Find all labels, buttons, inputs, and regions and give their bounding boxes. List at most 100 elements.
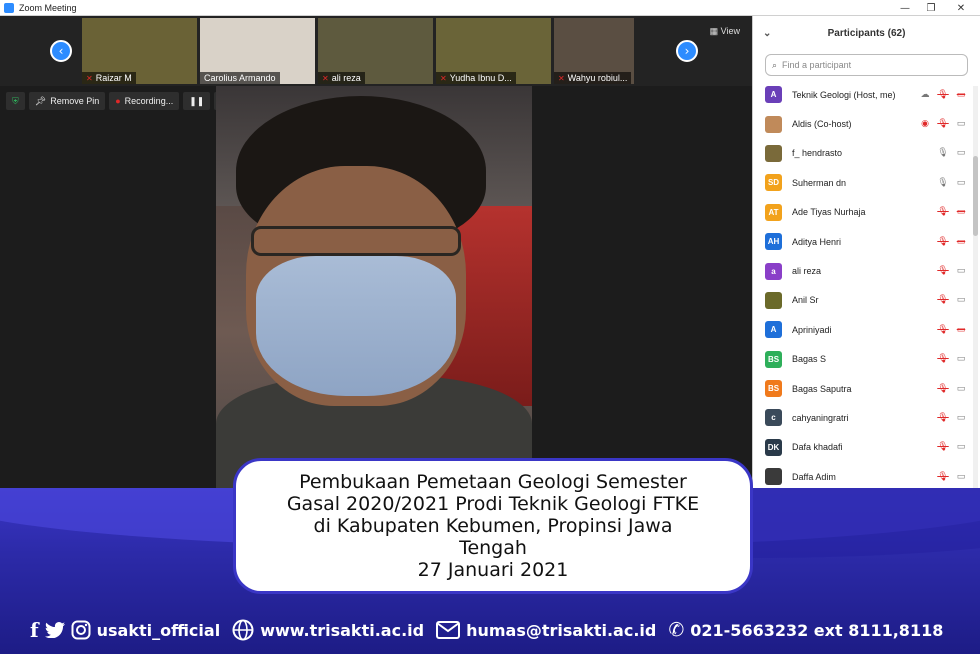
mic-off-icon[interactable]: 🎙︎ bbox=[937, 89, 949, 101]
participant-row[interactable]: BS Bagas S 🎙︎ ▭ bbox=[753, 345, 971, 374]
participant-name: ali reza bbox=[331, 73, 361, 83]
participant-name: ali reza bbox=[792, 266, 822, 277]
email-link[interactable]: humas@trisakti.ac.id bbox=[466, 621, 656, 640]
avatar bbox=[765, 468, 782, 486]
cam-icon[interactable]: ▭ bbox=[955, 294, 967, 306]
participant-name: Apriniyadi bbox=[792, 324, 832, 335]
cloud-icon[interactable]: ☁ bbox=[919, 89, 931, 101]
participant-row[interactable]: AT Ade Tiyas Nurhaja 🎙︎ ▭ bbox=[753, 198, 971, 227]
window-title: Zoom Meeting bbox=[19, 2, 77, 13]
avatar bbox=[765, 144, 782, 162]
search-icon: ⌕ bbox=[772, 59, 778, 70]
mic-off-icon[interactable]: 🎙︎ bbox=[937, 471, 949, 483]
cam-icon[interactable]: ▭ bbox=[955, 265, 967, 277]
website-link[interactable]: www.trisakti.ac.id bbox=[260, 621, 424, 640]
remove-pin-button[interactable]: 📌︎ Remove Pin bbox=[28, 92, 106, 110]
mic-muted-icon: ✕ bbox=[322, 73, 329, 83]
maximize-icon[interactable]: ❐ bbox=[916, 0, 946, 16]
mic-off-icon[interactable]: 🎙︎ bbox=[937, 265, 949, 277]
participant-name: Aldis (Co-host) bbox=[792, 119, 852, 130]
phone-number[interactable]: 021-5663232 ext 8111,8118 bbox=[690, 621, 943, 640]
cam-off-icon[interactable]: ▭ bbox=[955, 324, 967, 336]
video-thumbnail[interactable]: ✕ Wahyu robiul... bbox=[554, 18, 634, 84]
view-button[interactable]: ▦ View bbox=[710, 26, 740, 37]
footer-contacts: f usakti_official www.trisakti.ac.id hum… bbox=[0, 612, 980, 648]
video-thumbnail[interactable]: ✕ ali reza bbox=[318, 18, 433, 84]
cam-icon[interactable]: ▭ bbox=[955, 353, 967, 365]
participant-name: Bagas Saputra bbox=[792, 383, 852, 394]
participant-name: Dafa khadafi bbox=[792, 442, 843, 453]
avatar: DK bbox=[765, 438, 782, 456]
video-thumbnail[interactable]: Carolius Armando bbox=[200, 18, 315, 84]
email-icon bbox=[436, 621, 461, 639]
participant-name: Teknik Geologi (Host, me) bbox=[792, 89, 896, 100]
cam-icon[interactable]: ▭ bbox=[955, 177, 967, 189]
recording-indicator[interactable]: ● Recording... bbox=[109, 92, 180, 110]
zoom-logo-icon bbox=[4, 2, 14, 13]
participant-row[interactable]: A Teknik Geologi (Host, me) ☁ 🎙︎ ▭ bbox=[753, 80, 971, 109]
cam-icon[interactable]: ▭ bbox=[955, 471, 967, 483]
mic-off-icon[interactable]: 🎙︎ bbox=[937, 353, 949, 365]
mic-off-icon[interactable]: 🎙︎ bbox=[937, 441, 949, 453]
scrollbar[interactable] bbox=[973, 86, 978, 496]
participant-row[interactable]: f_ hendrasto 🎙︎ ▭ bbox=[753, 139, 971, 168]
video-thumbnail[interactable]: ✕ Yudha Ibnu D... bbox=[436, 18, 551, 84]
main-video bbox=[216, 86, 532, 496]
cam-icon[interactable]: ▭ bbox=[955, 147, 967, 159]
mic-off-icon[interactable]: 🎙︎ bbox=[937, 383, 949, 395]
participant-name: cahyaningratri bbox=[792, 412, 849, 423]
participants-panel: ⌄ Participants (62) ⌕ Find a participant… bbox=[752, 16, 980, 496]
instagram-icon[interactable] bbox=[71, 620, 91, 640]
cam-icon[interactable]: ▭ bbox=[955, 118, 967, 130]
participant-name: f_ hendrasto bbox=[792, 148, 843, 159]
caption-line: di Kabupaten Kebumen, Propinsi Jawa bbox=[313, 515, 673, 537]
cam-off-icon[interactable]: ▭ bbox=[955, 206, 967, 218]
mic-icon[interactable]: 🎙︎ bbox=[937, 177, 949, 189]
meeting-controls: ⛨ 📌︎Remove Pin ●Recording... ❚❚ ■ bbox=[6, 92, 236, 110]
scrollbar-thumb[interactable] bbox=[973, 156, 978, 236]
video-thumbnail[interactable]: ✕ Raizar M bbox=[82, 18, 197, 84]
next-page-button[interactable]: › bbox=[676, 40, 698, 62]
shield-icon[interactable]: ⛨ bbox=[6, 92, 25, 110]
social-handle[interactable]: usakti_official bbox=[97, 621, 221, 640]
participant-search-input[interactable]: ⌕ Find a participant bbox=[765, 54, 968, 76]
prev-page-button[interactable]: ‹ bbox=[50, 40, 72, 62]
collapse-chevron-icon[interactable]: ⌄ bbox=[763, 28, 771, 39]
participant-row[interactable]: Anil Sr 🎙︎ ▭ bbox=[753, 286, 971, 315]
cam-icon[interactable]: ▭ bbox=[955, 441, 967, 453]
participant-row[interactable]: BS Bagas Saputra 🎙︎ ▭ bbox=[753, 374, 971, 403]
cam-off-icon[interactable]: ▭ bbox=[955, 89, 967, 101]
mic-off-icon[interactable]: 🎙︎ bbox=[937, 206, 949, 218]
cam-icon[interactable]: ▭ bbox=[955, 383, 967, 395]
mic-icon[interactable]: 🎙︎ bbox=[937, 147, 949, 159]
participant-row[interactable]: Aldis (Co-host) ◉ 🎙︎ ▭ bbox=[753, 109, 971, 138]
avatar: a bbox=[765, 262, 782, 280]
cam-off-icon[interactable]: ▭ bbox=[955, 236, 967, 248]
caption-line: Tengah bbox=[459, 537, 527, 559]
mic-muted-icon: ✕ bbox=[558, 73, 565, 83]
participant-row[interactable]: AH Aditya Henri 🎙︎ ▭ bbox=[753, 227, 971, 256]
mic-off-icon[interactable]: 🎙︎ bbox=[937, 118, 949, 130]
eye-icon[interactable]: ◉ bbox=[919, 118, 931, 130]
close-icon[interactable]: ✕ bbox=[946, 0, 976, 16]
participant-name: Raizar M bbox=[95, 73, 132, 83]
thumbnail-strip: ✕ Raizar M Carolius Armando ✕ ali reza ✕ Yu… bbox=[0, 16, 752, 86]
cam-icon[interactable]: ▭ bbox=[955, 412, 967, 424]
avatar: BS bbox=[765, 380, 782, 398]
facebook-icon[interactable]: f bbox=[30, 618, 39, 642]
twitter-icon[interactable] bbox=[44, 622, 65, 638]
mic-off-icon[interactable]: 🎙︎ bbox=[937, 412, 949, 424]
avatar: AT bbox=[765, 203, 782, 221]
participant-name: Suherman dn bbox=[792, 177, 847, 188]
participant-row[interactable]: SD Suherman dn 🎙︎ ▭ bbox=[753, 168, 971, 197]
participant-row[interactable]: DK Dafa khadafi 🎙︎ ▭ bbox=[753, 433, 971, 462]
participant-row[interactable]: a ali reza 🎙︎ ▭ bbox=[753, 256, 971, 285]
mic-off-icon[interactable]: 🎙︎ bbox=[937, 236, 949, 248]
participant-row[interactable]: c cahyaningratri 🎙︎ ▭ bbox=[753, 403, 971, 432]
participant-name: Yudha Ibnu D... bbox=[449, 73, 512, 83]
mic-off-icon[interactable]: 🎙︎ bbox=[937, 294, 949, 306]
mic-off-icon[interactable]: 🎙︎ bbox=[937, 324, 949, 336]
participant-row[interactable]: A Apriniyadi 🎙︎ ▭ bbox=[753, 315, 971, 344]
pause-recording-button[interactable]: ❚❚ bbox=[183, 92, 211, 110]
title-bar: Zoom Meeting bbox=[0, 0, 980, 16]
